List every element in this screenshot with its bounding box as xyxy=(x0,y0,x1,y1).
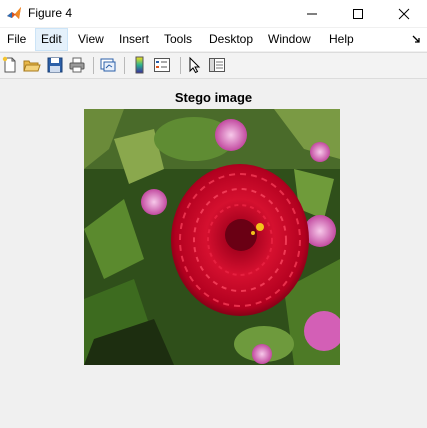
property-inspector-icon[interactable] xyxy=(208,56,226,74)
menu-bar: File Edit View Insert Tools Desktop Wind… xyxy=(0,28,427,51)
insert-legend-icon[interactable] xyxy=(153,56,171,74)
matlab-logo-icon xyxy=(7,7,21,19)
save-figure-icon[interactable] xyxy=(46,56,64,74)
toolbar-separator xyxy=(180,57,181,74)
new-figure-icon[interactable] xyxy=(1,56,19,74)
menu-file[interactable]: File xyxy=(2,28,31,51)
menu-help[interactable]: Help xyxy=(324,28,359,51)
menu-edit[interactable]: Edit xyxy=(35,28,68,51)
maximize-button[interactable] xyxy=(335,0,381,27)
maximize-icon xyxy=(353,8,363,19)
menu-tools[interactable]: Tools xyxy=(159,28,197,51)
axes-title: Stego image xyxy=(174,90,253,105)
window-title: Figure 4 xyxy=(28,6,73,20)
minimize-button[interactable] xyxy=(289,0,335,27)
open-file-icon[interactable] xyxy=(23,56,41,74)
stego-image xyxy=(84,109,340,365)
title-bar: Figure 4 xyxy=(0,0,427,27)
menu-desktop[interactable]: Desktop xyxy=(204,28,258,51)
menu-view[interactable]: View xyxy=(73,28,109,51)
toolbar-separator xyxy=(93,57,94,74)
menu-window[interactable]: Window xyxy=(263,28,316,51)
dock-arrow-icon[interactable] xyxy=(411,34,421,44)
menu-insert[interactable]: Insert xyxy=(114,28,154,51)
insert-colorbar-icon[interactable] xyxy=(131,56,149,74)
close-icon xyxy=(398,8,410,19)
print-figure-icon[interactable] xyxy=(68,56,86,74)
close-button[interactable] xyxy=(381,0,427,27)
figure-toolbar xyxy=(0,52,427,79)
edit-plot-icon[interactable] xyxy=(186,56,204,74)
link-plot-icon[interactable] xyxy=(99,56,117,74)
minimize-icon xyxy=(307,13,317,14)
toolbar-separator xyxy=(124,57,125,74)
